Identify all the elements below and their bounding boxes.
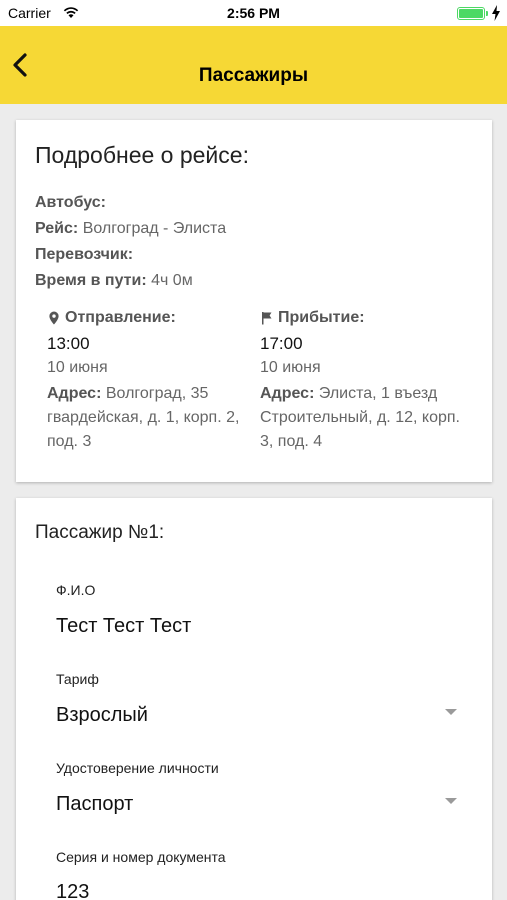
route-value: Волгоград - Элиста [82, 220, 227, 237]
app-bar: Пассажиры [0, 26, 507, 104]
arrival-header: Прибытие: [260, 306, 460, 330]
document-number-label: Серия и номер документа [56, 849, 226, 865]
page-title: Пассажиры [198, 65, 309, 86]
duration-line: Время в пути: 4ч 0м [35, 272, 193, 290]
transport-carrier-label: Перевозчик: [35, 246, 134, 263]
route-label: Рейс: [35, 220, 79, 237]
arrival-column: Прибытие: 17:00 10 июня Адрес: Элиста, 1… [260, 306, 460, 454]
duration-label: Время в пути: [35, 272, 147, 289]
arrival-address: Адрес: Элиста, 1 въезд Строительный, д. … [260, 382, 460, 454]
departure-address: Адрес: Волгоград, 35 гвардейская, д. 1, … [47, 382, 247, 454]
status-time: 2:56 PM [227, 5, 280, 21]
trip-details-title: Подробнее о рейсе: [35, 142, 249, 168]
tariff-select[interactable]: Взрослый [56, 704, 466, 727]
trip-details-card: Подробнее о рейсе: Автобус: Рейс: Волгог… [16, 120, 492, 482]
bus-line: Автобус: [35, 194, 106, 212]
arrival-address-label: Адрес: [260, 385, 315, 402]
departure-time: 13:00 [47, 334, 90, 353]
id-document-label: Удостоверение личности [56, 760, 219, 776]
departure-header: Отправление: [47, 306, 247, 330]
departure-column: Отправление: 13:00 10 июня Адрес: Волгог… [47, 306, 247, 454]
departure-address-label: Адрес: [47, 385, 102, 402]
flag-icon [262, 312, 272, 325]
tariff-label: Тариф [56, 671, 99, 687]
fullname-label: Ф.И.О [56, 582, 96, 598]
bus-label: Автобус: [35, 194, 106, 211]
arrival-label: Прибытие: [278, 309, 365, 326]
passenger-title: Пассажир №1: [35, 522, 165, 543]
fullname-input[interactable]: Тест Тест Тест [56, 615, 466, 638]
duration-value: 4ч 0м [151, 272, 193, 289]
charging-icon [492, 5, 500, 21]
passenger-card: Пассажир №1: Ф.И.О Тест Тест Тест Тариф … [16, 498, 492, 900]
arrival-date: 10 июня [260, 359, 321, 376]
battery-icon [457, 7, 485, 20]
battery-tip [486, 11, 488, 16]
departure-date: 10 июня [47, 359, 108, 376]
status-bar: Carrier 2:56 PM [0, 0, 507, 26]
route-line: Рейс: Волгоград - Элиста [35, 220, 226, 238]
departure-label: Отправление: [65, 309, 176, 326]
tariff-dropdown-icon[interactable] [445, 709, 457, 715]
id-document-select[interactable]: Паспорт [56, 793, 466, 816]
arrival-time: 17:00 [260, 334, 303, 353]
carrier-line: Перевозчик: [35, 246, 133, 264]
id-document-dropdown-icon[interactable] [445, 798, 457, 804]
document-number-input[interactable]: 123 [56, 881, 466, 900]
location-pin-icon [49, 311, 59, 325]
